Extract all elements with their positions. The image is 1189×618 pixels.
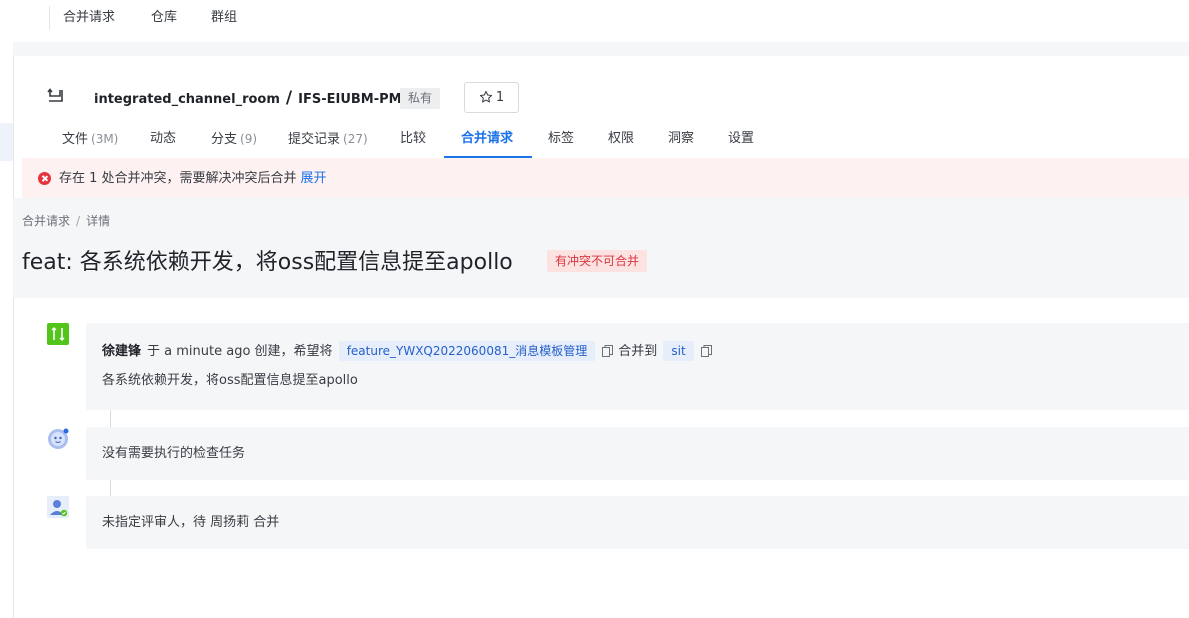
star-count: 1 — [495, 90, 505, 105]
tab-insights[interactable]: 洞察 — [668, 130, 694, 148]
tab-tags[interactable]: 标签 — [548, 130, 574, 148]
breadcrumb-separator: / — [76, 214, 81, 228]
tab-label: 动态 — [150, 131, 177, 146]
source-branch[interactable]: feature_YWXQ2022060081_消息模板管理 — [338, 341, 596, 361]
nav-item-repos[interactable]: 仓库 — [151, 9, 177, 27]
breadcrumb: 合并请求 / 详情 — [22, 213, 110, 229]
target-branch[interactable]: sit — [663, 341, 694, 361]
left-gutter — [0, 0, 14, 618]
tab-label: 分支 — [211, 132, 238, 147]
page-title: feat: 各系统依赖开发，将oss配置信息提至apollo — [22, 250, 513, 275]
status-badge: 有冲突不可合并 — [547, 250, 648, 272]
tab-files[interactable]: 文件 (3M) — [62, 130, 118, 149]
banner-message: 存在 1 处合并冲突，需要解决冲突后合并 展开 — [59, 170, 327, 188]
repo-path: integrated_channel_room / IFS-EIUBM-PM — [94, 89, 402, 109]
author-name[interactable]: 徐建锋 — [102, 344, 141, 359]
merge-to-text: 合并到 — [618, 344, 658, 359]
bot-avatar-icon — [48, 428, 69, 449]
tab-label: 提交记录 — [288, 132, 341, 147]
reviewers-text: 未指定评审人，待 周扬莉 合并 — [102, 515, 280, 530]
expand-link[interactable]: 展开 — [301, 171, 327, 186]
error-icon — [38, 172, 51, 185]
repo-name-link[interactable]: IFS-EIUBM-PM — [298, 92, 401, 107]
mr-description: 各系统依赖开发，将oss配置信息提至apollo — [102, 373, 358, 388]
checks-card: 没有需要执行的检查任务 — [86, 427, 1189, 480]
tab-merge-requests[interactable]: 合并请求 — [461, 130, 513, 148]
top-nav: 合并请求 仓库 群组 — [13, 0, 1189, 42]
reviewer-icon — [47, 496, 69, 518]
breadcrumb-detail: 详情 — [86, 214, 111, 228]
tab-label: 权限 — [608, 131, 635, 146]
tab-label: 洞察 — [668, 131, 695, 146]
nav-divider — [49, 6, 50, 30]
star-icon — [479, 90, 492, 103]
merge-request-icon — [47, 323, 69, 345]
copy-icon[interactable] — [700, 345, 712, 357]
copy-icon[interactable] — [602, 345, 614, 357]
checks-text: 没有需要执行的检查任务 — [102, 446, 246, 461]
tab-count: (9) — [240, 132, 258, 146]
tab-settings[interactable]: 设置 — [728, 130, 754, 148]
tab-permissions[interactable]: 权限 — [608, 130, 634, 148]
timeline-connector — [110, 410, 111, 427]
tab-compare[interactable]: 比较 — [400, 130, 426, 148]
nav-item-groups[interactable]: 群组 — [211, 9, 237, 27]
tab-label: 标签 — [548, 131, 575, 146]
visibility-badge: 私有 — [400, 88, 441, 109]
reviewers-card: 未指定评审人，待 周扬莉 合并 — [86, 496, 1189, 549]
repo-group-link[interactable]: integrated_channel_room — [94, 92, 280, 107]
tab-branches[interactable]: 分支 (9) — [211, 130, 257, 149]
tab-activity[interactable]: 动态 — [150, 130, 176, 148]
tab-label: 合并请求 — [461, 131, 514, 146]
repo-header: integrated_channel_room / IFS-EIUBM-PM 私有 … — [22, 56, 1189, 158]
gutter-highlight — [0, 123, 13, 161]
created-text: 于 a minute ago 创建，希望将 — [147, 344, 333, 359]
nav-item-merge-requests[interactable]: 合并请求 — [63, 9, 115, 27]
mr-meta: 徐建锋于 a minute ago 创建，希望将 feature_YWXQ202… — [102, 341, 717, 362]
banner-text: 存在 1 处合并冲突，需要解决冲突后合并 — [59, 171, 297, 186]
tab-count: (3M) — [91, 132, 119, 146]
path-separator: / — [285, 88, 293, 108]
tab-label: 比较 — [400, 131, 427, 146]
nav-gap — [13, 42, 1189, 56]
repo-tabs: 文件 (3M) 动态 分支 (9) 提交记录 (27) 比较 合并请求 标签 权限 洞… — [22, 124, 1189, 158]
tab-label: 文件 — [62, 132, 89, 147]
conflict-banner: 存在 1 处合并冲突，需要解决冲突后合并 展开 — [22, 158, 1189, 198]
mr-info-card: 徐建锋于 a minute ago 创建，希望将 feature_YWXQ202… — [86, 323, 1189, 410]
breadcrumb-merge-requests[interactable]: 合并请求 — [22, 214, 70, 228]
star-button[interactable]: 1 — [464, 82, 519, 113]
tab-label: 设置 — [728, 131, 755, 146]
tab-commits[interactable]: 提交记录 (27) — [288, 130, 368, 149]
back-icon[interactable] — [46, 86, 66, 106]
timeline-connector — [110, 480, 111, 496]
tab-count: (27) — [343, 132, 368, 146]
